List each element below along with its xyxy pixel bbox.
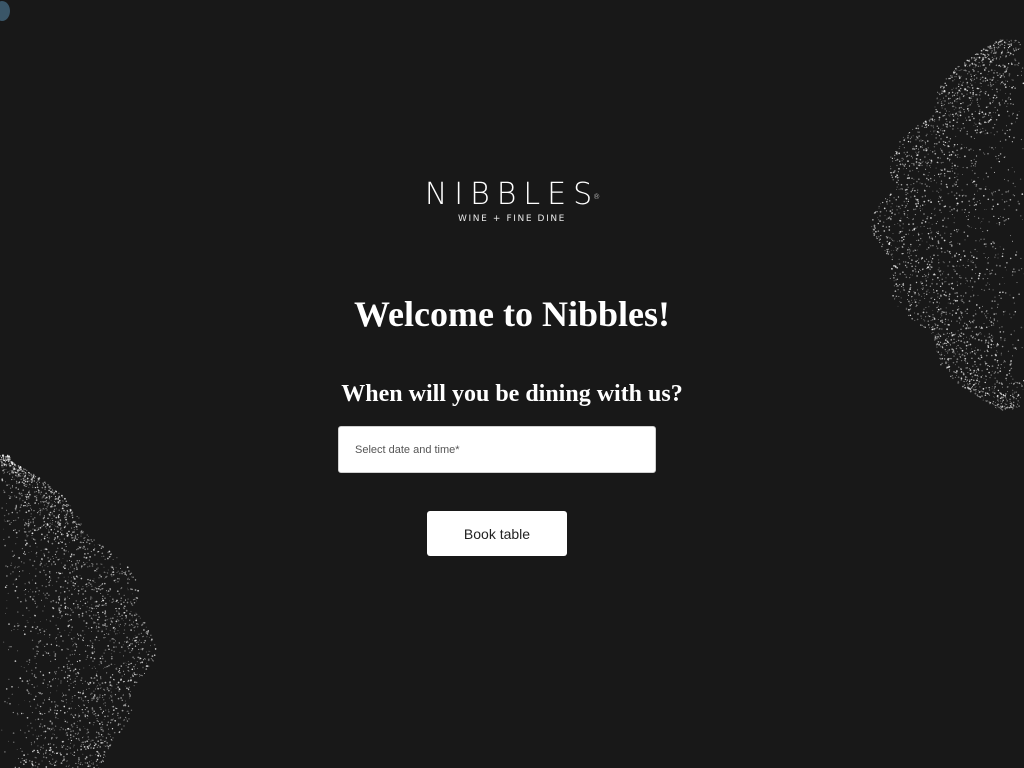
- booking-page: NIBBLES® WINE + FINE DINE Welcome to Nib…: [0, 0, 1024, 768]
- speckle-texture-top-right-icon: [871, 39, 1024, 411]
- brand-logo: NIBBLES® WINE + FINE DINE: [0, 178, 1024, 225]
- corner-dot-icon: [0, 1, 10, 21]
- brand-name: NIBBLES: [424, 177, 600, 212]
- date-time-input[interactable]: [338, 426, 656, 473]
- speckle-texture-bottom-left-icon: [0, 454, 157, 768]
- dining-question: When will you be dining with us?: [341, 381, 683, 407]
- brand-tagline: WINE + FINE DINE: [458, 214, 566, 224]
- registered-mark-icon: ®: [593, 193, 608, 201]
- brand-wordmark: NIBBLES®: [8, 178, 1024, 212]
- welcome-heading: Welcome to Nibbles!: [354, 294, 670, 334]
- book-table-button[interactable]: Book table: [427, 511, 567, 556]
